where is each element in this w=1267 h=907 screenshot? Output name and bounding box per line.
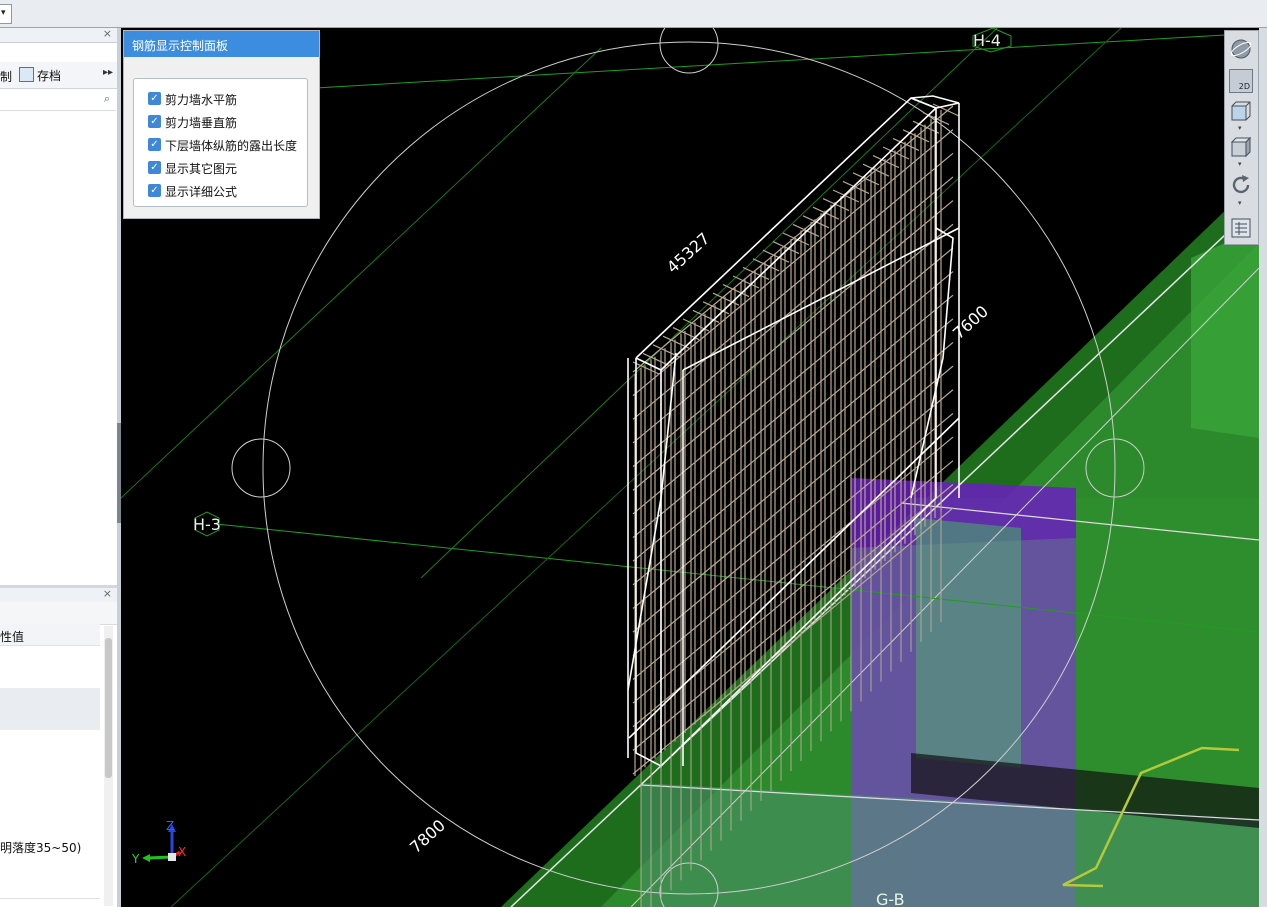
axis-label-h3: H-3	[193, 511, 221, 537]
checkbox-checked-icon[interactable]: ✓	[148, 138, 161, 151]
left-lower-pane-header: ×	[0, 587, 117, 603]
toolbar-dropdown[interactable]: ▾	[0, 4, 12, 24]
orbit-sphere-icon[interactable]	[1229, 37, 1253, 61]
checkbox-checked-icon[interactable]: ✓	[148, 115, 161, 128]
search-input[interactable]: ⌕	[0, 90, 116, 111]
left-upper-pane: ×	[0, 27, 118, 585]
right-edge-strip	[1259, 28, 1267, 907]
display-settings-icon[interactable]	[1229, 216, 1253, 240]
option-label: 显示详细公式	[165, 185, 238, 199]
chevron-down-icon[interactable]: ▾	[1238, 160, 1242, 168]
table-row[interactable]	[0, 667, 100, 689]
panel-title: 钢筋显示控制面板	[132, 39, 229, 53]
table-row[interactable]	[0, 814, 100, 836]
axis-label-h4: H-4	[972, 28, 1012, 53]
archive-label: 存档	[37, 69, 62, 83]
axis-label-gb: G-B	[876, 890, 905, 907]
orbit-handle-left[interactable]	[231, 438, 291, 498]
option-group: ✓ 剪力墙水平筋 ✓ 剪力墙垂直筋 ✓ 下层墙体纵筋的露出长度 ✓ 显示其它图元…	[133, 78, 308, 207]
axis-label-h3-text: H-3	[193, 515, 221, 534]
property-note: 明落度35~50)	[0, 841, 82, 855]
chevron-down-icon[interactable]: ▾	[1238, 199, 1242, 207]
axis-gizmo: Z Y X	[132, 820, 186, 866]
option-label: 显示其它图元	[165, 162, 238, 176]
left-tool-row: 制 存档 ▸▸	[0, 62, 117, 89]
pane-subheader	[0, 602, 117, 625]
table-row[interactable]: 明落度35~50)	[0, 835, 100, 857]
table-row[interactable]	[0, 772, 100, 794]
panel-title-bar[interactable]: 钢筋显示控制面板	[124, 31, 319, 57]
y-label: Y	[132, 852, 140, 866]
chevron-down-icon[interactable]: ▾	[1238, 124, 1242, 132]
3d-box-view-icon[interactable]	[1229, 135, 1253, 159]
search-icon[interactable]: ⌕	[104, 92, 110, 106]
option-label: 剪力墙垂直筋	[165, 116, 238, 130]
vertical-scrollbar[interactable]	[104, 626, 113, 906]
table-row[interactable]	[0, 646, 100, 668]
archive-button[interactable]: 存档	[19, 67, 61, 84]
top-toolbar: ▾	[0, 0, 1267, 28]
rotate-icon[interactable]	[1229, 173, 1253, 197]
origin-cube	[168, 853, 176, 861]
z-label: Z	[166, 820, 174, 833]
checkbox-checked-icon[interactable]: ✓	[148, 184, 161, 197]
column-green	[1191, 228, 1259, 438]
partial-tool-label[interactable]: 制	[0, 68, 12, 85]
table-row[interactable]	[0, 709, 100, 731]
checkbox-checked-icon[interactable]: ✓	[148, 161, 161, 174]
close-icon[interactable]: ×	[103, 27, 112, 40]
rebar-display-panel: 钢筋显示控制面板 ✓ 剪力墙水平筋 ✓ 剪力墙垂直筋 ✓ 下层墙体纵筋的露出长度…	[123, 30, 320, 219]
dimension-right: 7600	[949, 302, 992, 343]
option-label: 下层墙体纵筋的露出长度	[165, 139, 298, 153]
option-label: 剪力墙水平筋	[165, 93, 238, 107]
view-toolbar: 2D ▾ ▾ ▾	[1224, 30, 1259, 245]
table-row[interactable]	[0, 688, 100, 710]
checkbox-checked-icon[interactable]: ✓	[148, 92, 161, 105]
table-row[interactable]	[0, 751, 100, 773]
table-row[interactable]	[0, 730, 100, 752]
archive-icon	[19, 67, 34, 82]
close-icon[interactable]: ×	[103, 587, 112, 600]
double-chevron-right-icon[interactable]: ▸▸	[103, 67, 113, 78]
2d-view-label: 2D	[1238, 82, 1250, 91]
property-header-row: 性值	[0, 624, 100, 646]
dimension-left: 7800	[406, 816, 449, 857]
left-upper-pane-header: ×	[0, 27, 117, 43]
axis-label-h4-text: H-4	[973, 31, 1001, 50]
x-label: X	[178, 845, 186, 859]
property-header: 性值	[0, 630, 25, 644]
scrollbar-thumb[interactable]	[105, 638, 112, 778]
table-row[interactable]	[0, 793, 100, 815]
grid-line-h4	[280, 32, 1259, 91]
front-box-view-icon[interactable]	[1229, 99, 1253, 123]
2d-view-icon[interactable]: 2D	[1229, 69, 1253, 93]
chevron-down-icon[interactable]: ▾	[1, 8, 6, 18]
dimension-top: 45327	[663, 229, 714, 277]
table-row[interactable]	[0, 877, 100, 899]
table-row[interactable]	[0, 856, 100, 878]
